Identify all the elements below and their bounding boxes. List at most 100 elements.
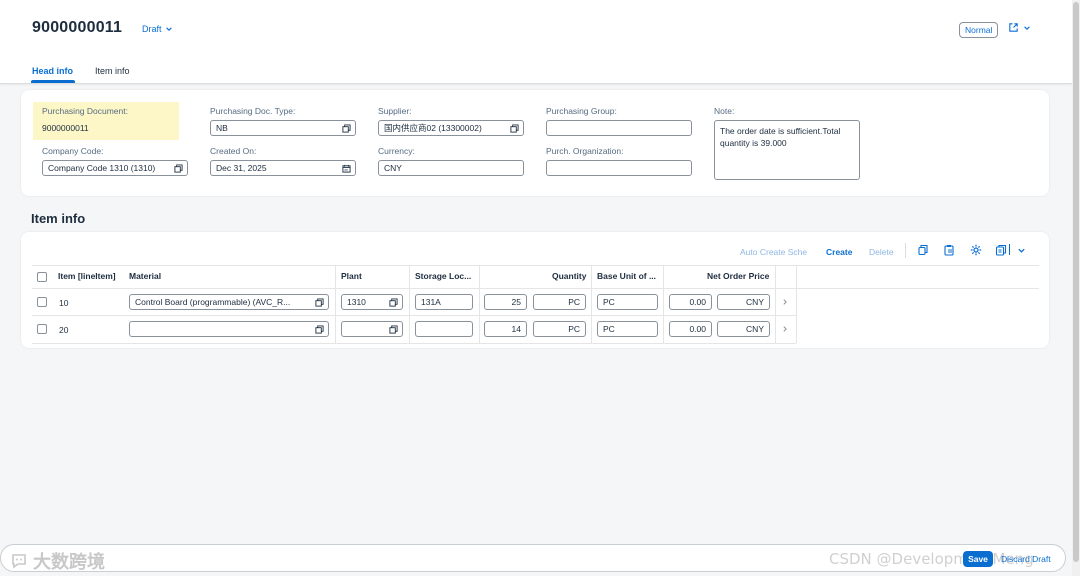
value-help-icon[interactable] [315, 298, 324, 307]
value-help-icon[interactable] [315, 325, 324, 334]
active-tab-indicator [31, 80, 75, 83]
column-divider [775, 265, 776, 343]
chevron-down-icon[interactable] [1017, 246, 1026, 255]
column-header-storage-location[interactable]: Storage Loc... [415, 271, 471, 281]
row-checkbox[interactable] [37, 297, 47, 307]
net-price-input[interactable]: 0.00 [669, 321, 712, 337]
vertical-scrollbar[interactable] [1072, 0, 1080, 576]
purch-organization-field[interactable] [546, 160, 692, 176]
chevron-right-icon[interactable] [781, 325, 789, 333]
plant-value: 1310 [347, 297, 366, 307]
row-divider [32, 343, 796, 344]
settings-icon[interactable] [970, 244, 982, 256]
purchasing-doc-type-label: Purchasing Doc. Type: [210, 106, 296, 116]
storage-location-input[interactable] [415, 321, 473, 337]
item-number: 10 [59, 298, 69, 308]
chevron-down-icon [165, 27, 172, 31]
value-help-icon[interactable] [174, 164, 183, 173]
purchasing-document-label: Purchasing Document: [42, 106, 128, 116]
table-header-border [32, 288, 1039, 289]
supplier-field[interactable]: 国内供应商02 (13300002) [378, 120, 524, 136]
status-label: Draft [142, 24, 162, 34]
column-header-base-unit[interactable]: Base Unit of ... [597, 271, 656, 281]
quantity-input[interactable]: 14 [484, 321, 527, 337]
base-unit-input[interactable]: PC [597, 294, 658, 310]
company-code-field[interactable]: Company Code 1310 (1310) [42, 160, 188, 176]
watermark-left-text: 大数跨境 [33, 552, 105, 572]
company-code-label: Company Code: [42, 146, 104, 156]
net-price-input[interactable]: 0.00 [669, 294, 712, 310]
item-info-table-card: Auto Create Sche Create Delete Item [lin… [21, 232, 1049, 348]
column-divider [479, 265, 480, 343]
currency-label: Currency: [378, 146, 415, 156]
draft-status-button[interactable]: Draft [142, 24, 173, 34]
paste-icon[interactable] [943, 244, 955, 256]
plant-input[interactable] [341, 321, 403, 337]
price-currency-input[interactable]: CNY [717, 321, 770, 337]
quantity-input[interactable]: 25 [484, 294, 527, 310]
note-textarea[interactable]: The order date is sufficient.Total quant… [714, 120, 860, 180]
chevron-right-icon[interactable] [781, 298, 789, 306]
quantity-unit-input[interactable]: PC [533, 321, 586, 337]
created-on-value: Dec 31, 2025 [216, 163, 267, 173]
delete-button[interactable]: Delete [869, 247, 894, 257]
supplier-label: Supplier: [378, 106, 412, 116]
value-help-icon[interactable] [389, 298, 398, 307]
scrollbar-thumb[interactable] [1073, 2, 1079, 562]
supplier-value: 国内供应商02 (13300002) [384, 123, 482, 133]
column-header-quantity[interactable]: Quantity [552, 271, 586, 281]
auto-create-schedule-button[interactable]: Auto Create Sche [740, 247, 807, 257]
tab-head-info[interactable]: Head info [32, 66, 73, 76]
row-checkbox[interactable] [37, 324, 47, 334]
chat-bubble-icon [12, 554, 26, 569]
base-unit-input[interactable]: PC [597, 321, 658, 337]
copy-icon[interactable] [917, 244, 929, 256]
chevron-down-icon [1024, 25, 1030, 30]
calendar-icon[interactable] [342, 164, 351, 173]
column-header-plant[interactable]: Plant [341, 271, 362, 281]
created-on-label: Created On: [210, 146, 257, 156]
column-header-item[interactable]: Item [lineItem] [58, 271, 116, 281]
storage-location-input[interactable]: 131A [415, 294, 473, 310]
purchasing-group-field[interactable] [546, 120, 692, 136]
column-header-material[interactable]: Material [129, 271, 161, 281]
currency-field[interactable]: CNY [378, 160, 524, 176]
purchasing-doc-type-field[interactable]: NB [210, 120, 356, 136]
plant-input[interactable]: 1310 [341, 294, 403, 310]
value-help-icon[interactable] [342, 124, 351, 133]
export-split-divider [1009, 244, 1010, 255]
material-input[interactable] [129, 321, 329, 337]
currency-value: CNY [384, 163, 402, 173]
item-info-title: Item info [31, 211, 86, 226]
purchasing-doc-type-value: NB [216, 123, 228, 133]
save-button[interactable]: Save [963, 551, 993, 567]
export-icon[interactable] [995, 244, 1007, 256]
share-button[interactable] [1008, 22, 1031, 33]
share-icon [1009, 23, 1018, 32]
quantity-unit-input[interactable]: PC [533, 294, 586, 310]
column-divider [335, 265, 336, 343]
value-help-icon[interactable] [389, 325, 398, 334]
watermark-logo: 大数跨境 [9, 548, 105, 574]
value-help-icon[interactable] [510, 124, 519, 133]
tab-item-info[interactable]: Item info [95, 66, 130, 76]
discard-draft-button[interactable]: Discard Draft [1001, 554, 1051, 564]
column-header-net-order-price[interactable]: Net Order Price [707, 271, 769, 281]
view-mode-button[interactable]: Normal [959, 22, 999, 38]
material-input[interactable]: Control Board (programmable) (AVC_R... [129, 294, 329, 310]
column-divider [409, 265, 410, 343]
note-label: Note: [714, 106, 735, 116]
column-divider [591, 265, 592, 343]
company-code-value: Company Code 1310 (1310) [48, 163, 156, 173]
row-divider [32, 315, 796, 316]
material-value: Control Board (programmable) (AVC_R... [135, 297, 291, 307]
select-all-checkbox[interactable] [37, 272, 47, 282]
purch-organization-label: Purch. Organization: [546, 146, 624, 156]
page-title: 9000000011 [32, 19, 123, 36]
table-top-border [32, 265, 1039, 266]
column-divider [796, 265, 797, 343]
price-currency-input[interactable]: CNY [717, 294, 770, 310]
create-button[interactable]: Create [826, 247, 852, 257]
created-on-datepicker[interactable]: Dec 31, 2025 [210, 160, 356, 176]
head-info-section: Purchasing Document: 9000000011 Company … [21, 90, 1049, 196]
